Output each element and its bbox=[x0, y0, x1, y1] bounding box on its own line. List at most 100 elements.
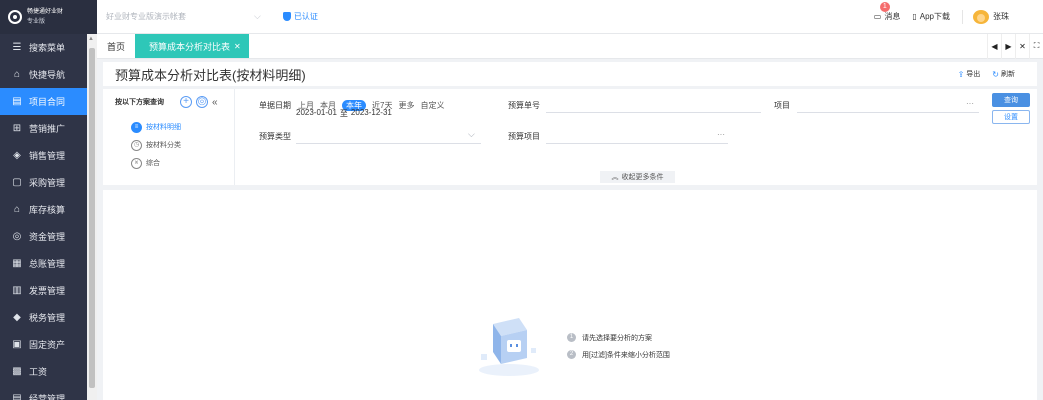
scrollbar-thumb[interactable] bbox=[89, 48, 95, 388]
empty-state-illustration bbox=[479, 318, 539, 376]
sidebar-item-13[interactable]: ▤ 经营管理 bbox=[0, 385, 97, 400]
query-button[interactable]: 查询 bbox=[992, 93, 1030, 107]
brand-logo-icon bbox=[8, 10, 22, 24]
refresh-button[interactable]: ↻ 刷新 bbox=[992, 69, 1015, 79]
tax-icon: ◆ bbox=[13, 312, 21, 323]
user-name: 张珠 bbox=[993, 12, 1009, 21]
close-icon[interactable]: ✕ bbox=[234, 42, 241, 51]
brand-name: 畅捷通好业财 bbox=[27, 9, 64, 15]
chart-icon: ⩙ bbox=[131, 157, 142, 169]
scheme-item-0[interactable]: ≡ 按材料明细 bbox=[131, 118, 181, 136]
sidebar-item-12[interactable]: ▩ 工资 bbox=[0, 358, 97, 385]
sidebar-item-label: 税务管理 bbox=[29, 313, 66, 323]
sidebar-item-4[interactable]: ◈ 销售管理 bbox=[0, 142, 97, 169]
user-menu[interactable]: 张珠 bbox=[962, 9, 1009, 24]
scheme-item-1[interactable]: ◷ 按材料分类 bbox=[131, 136, 181, 154]
collapse-conditions-button[interactable]: ︽ 收起更多条件 bbox=[600, 171, 675, 183]
filter-panel: 按以下方案查询 + ◎ « ≡ 按材料明细 ◷ 按材料分类 ⩙ 综合 单据日期 上月 本月本… bbox=[103, 89, 1037, 185]
chevron-down-icon[interactable]: ⌵ bbox=[468, 129, 475, 140]
sidebar-item-7[interactable]: ◎ 资金管理 bbox=[0, 223, 97, 250]
setting-button[interactable]: 设置 bbox=[992, 110, 1030, 124]
tab-home[interactable]: 首页 bbox=[97, 34, 135, 58]
org-select[interactable]: 好业财专业版演示帐套 bbox=[106, 11, 256, 22]
budget-item-more-icon[interactable]: ··· bbox=[717, 130, 725, 139]
list-icon: ≡ bbox=[131, 121, 142, 133]
sidebar: 畅捷通好业财 专业版 ☰ 搜索菜单 ⌂ 快捷导航 ▤ 项目合同 ⊞ 营销推广 ◈ 销售管理 ▢ 采购管… bbox=[0, 0, 97, 400]
project-more-icon[interactable]: ··· bbox=[966, 99, 974, 108]
sidebar-item-label: 销售管理 bbox=[29, 151, 66, 161]
tip-text: 用[过滤]条件来缩小分析范围 bbox=[582, 351, 670, 359]
budget-type-select[interactable] bbox=[296, 143, 481, 144]
app-download-label: App下载 bbox=[919, 12, 950, 21]
tip-item: 1 请先选择要分析的方案 bbox=[567, 329, 670, 346]
scheme-settings-icon[interactable]: ◎ bbox=[196, 96, 208, 108]
export-button[interactable]: ⇪ 导出 bbox=[958, 69, 981, 79]
chevron-up-icon: ︽ bbox=[611, 174, 619, 181]
scheme-title: 按以下方案查询 bbox=[115, 99, 164, 106]
scheme-item-label: 按材料明细 bbox=[146, 124, 181, 131]
sidebar-item-6[interactable]: ⌂ 库存核算 bbox=[0, 196, 97, 223]
verified-label: 已认证 bbox=[293, 12, 318, 21]
sidebar-item-label: 营销推广 bbox=[29, 124, 66, 134]
empty-tips: 1 请先选择要分析的方案 2 用[过滤]条件来缩小分析范围 bbox=[567, 329, 670, 363]
bag-icon: ▢ bbox=[12, 177, 22, 188]
sidebar-item-1[interactable]: ⌂ 快捷导航 bbox=[0, 61, 97, 88]
date-option-4[interactable]: 更多 bbox=[398, 100, 414, 111]
sidebar-item-0[interactable]: ☰ 搜索菜单 bbox=[0, 34, 97, 61]
clock-icon: ◷ bbox=[131, 139, 142, 151]
sidebar-item-label: 搜索菜单 bbox=[29, 43, 66, 53]
sidebar-scrollbar[interactable]: ▲ bbox=[87, 34, 97, 400]
budget-item-input[interactable] bbox=[546, 143, 728, 144]
sidebar-item-5[interactable]: ▢ 采购管理 bbox=[0, 169, 97, 196]
add-scheme-icon[interactable]: + bbox=[180, 96, 192, 108]
message-count-badge: 1 bbox=[879, 2, 890, 12]
ledger-icon: ▦ bbox=[12, 258, 22, 269]
tab-next-icon[interactable]: ▶ bbox=[1001, 33, 1015, 59]
sidebar-item-10[interactable]: ◆ 税务管理 bbox=[0, 304, 97, 331]
tab-prev-icon[interactable]: ◀ bbox=[987, 33, 1001, 59]
budget-no-input[interactable] bbox=[546, 112, 761, 113]
sidebar-item-2[interactable]: ▤ 项目合同 bbox=[0, 88, 97, 115]
close-all-icon[interactable]: ✕ bbox=[1015, 33, 1029, 59]
verified-badge[interactable]: 已认证 bbox=[282, 11, 318, 22]
chevron-down-icon[interactable]: ⌵ bbox=[254, 11, 261, 22]
scheme-list: ≡ 按材料明细 ◷ 按材料分类 ⩙ 综合 bbox=[131, 118, 181, 172]
search-menu-icon: ☰ bbox=[12, 42, 22, 53]
page-header: 预算成本分析对比表(按材料明细) ⇪ 导出 ↻ 刷新 bbox=[103, 62, 1037, 86]
sidebar-item-label: 资金管理 bbox=[29, 232, 66, 242]
scroll-up-icon[interactable]: ▲ bbox=[88, 36, 94, 42]
message-icon: ▭ bbox=[873, 12, 882, 21]
sidebar-item-11[interactable]: ▣ 固定资产 bbox=[0, 331, 97, 358]
tab-bar: 首页 预算成本分析对比表 ✕ ◀ ▶ ✕ ⛶ bbox=[97, 33, 1043, 59]
messages-button[interactable]: ▭ 1 消息 bbox=[873, 2, 900, 22]
date-range[interactable]: 2023-01-01 至 2023-12-31 bbox=[296, 108, 392, 119]
sidebar-item-label: 库存核算 bbox=[29, 205, 66, 215]
money-icon: ◎ bbox=[12, 231, 22, 242]
export-label: 导出 bbox=[966, 71, 981, 78]
scheme-item-2[interactable]: ⩙ 综合 bbox=[131, 154, 181, 172]
top-bar: 好业财专业版演示帐套 ⌵ 已认证 ▭ 1 消息 ▯ App下载 张珠 bbox=[97, 0, 1043, 34]
warehouse-icon: ⌂ bbox=[13, 204, 21, 215]
sidebar-item-9[interactable]: ▥ 发票管理 bbox=[0, 277, 97, 304]
fullscreen-icon[interactable]: ⛶ bbox=[1029, 33, 1043, 59]
date-start: 2023-01-01 bbox=[296, 108, 337, 117]
collapse-left-icon[interactable]: « bbox=[212, 97, 218, 108]
tip-number-icon: 2 bbox=[567, 350, 576, 359]
sidebar-item-label: 发票管理 bbox=[29, 286, 66, 296]
sidebar-menu: ☰ 搜索菜单 ⌂ 快捷导航 ▤ 项目合同 ⊞ 营销推广 ◈ 销售管理 ▢ 采购管理 ⌂ 库存核算 ◎ 资金管理… bbox=[0, 34, 97, 400]
sales-icon: ◈ bbox=[13, 150, 21, 161]
app-download-button[interactable]: ▯ App下载 bbox=[912, 11, 950, 22]
result-area: 1 请先选择要分析的方案 2 用[过滤]条件来缩小分析范围 bbox=[103, 190, 1037, 400]
sidebar-item-label: 快捷导航 bbox=[29, 70, 66, 80]
salary-icon: ▩ bbox=[12, 366, 22, 377]
tab-budget-cost-analysis[interactable]: 预算成本分析对比表 ✕ bbox=[135, 34, 249, 58]
sidebar-item-8[interactable]: ▦ 总账管理 bbox=[0, 250, 97, 277]
project-input[interactable] bbox=[797, 112, 979, 113]
invoice-icon: ▥ bbox=[12, 285, 22, 296]
brand[interactable]: 畅捷通好业财 专业版 bbox=[0, 0, 97, 34]
brand-edition: 专业版 bbox=[27, 19, 46, 25]
date-option-5[interactable]: 自定义 bbox=[420, 100, 444, 111]
sidebar-item-3[interactable]: ⊞ 营销推广 bbox=[0, 115, 97, 142]
page-title: 预算成本分析对比表(按材料明细) bbox=[115, 67, 306, 83]
tip-item: 2 用[过滤]条件来缩小分析范围 bbox=[567, 346, 670, 363]
